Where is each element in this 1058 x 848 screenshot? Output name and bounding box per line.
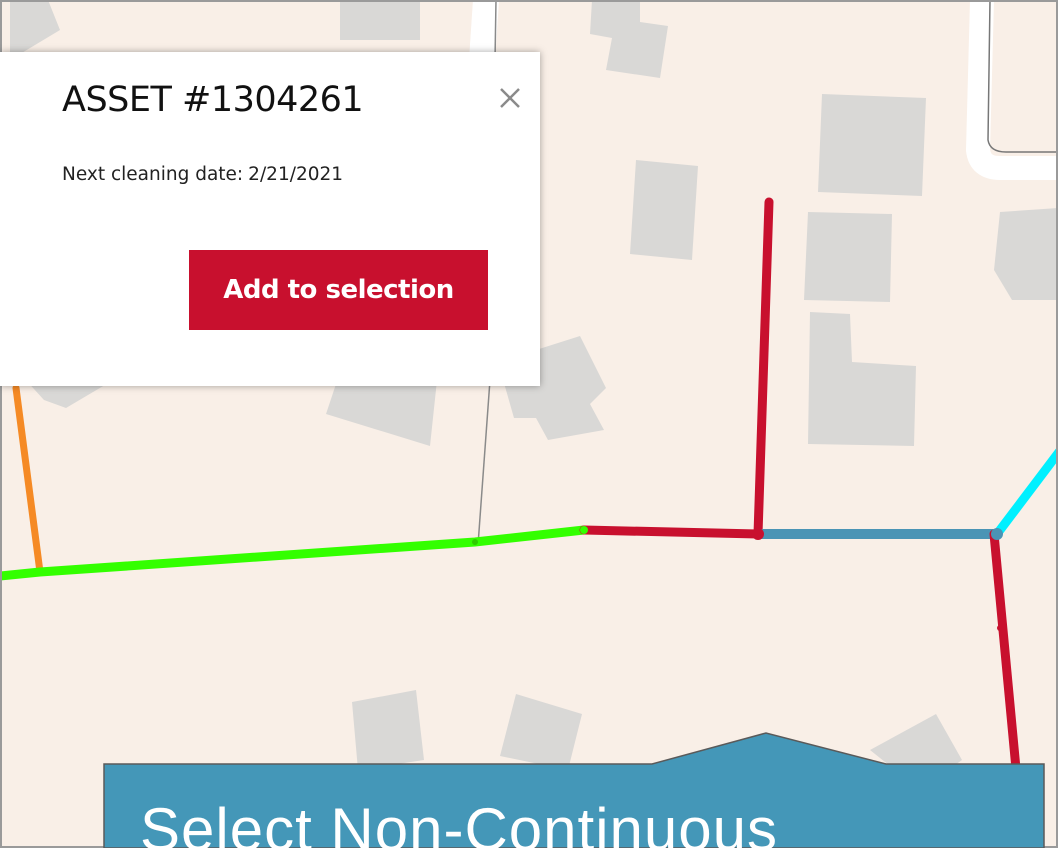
node [472, 539, 478, 545]
next-cleaning-date-value: 2/21/2021 [248, 164, 344, 185]
close-icon[interactable] [494, 82, 526, 114]
asset-popup: ASSET #1304261 Next cleaning date: 2/21/2… [0, 52, 540, 386]
pipe-red[interactable] [579, 525, 763, 539]
building [352, 690, 424, 770]
popup-title: ASSET #1304261 [62, 80, 364, 120]
node [991, 528, 1003, 540]
node [580, 526, 588, 534]
building [804, 212, 892, 302]
node [997, 625, 1003, 631]
next-cleaning-date-label: Next cleaning date: [62, 164, 244, 185]
callout-text: Select Non-Continuous [140, 796, 779, 848]
building [630, 160, 698, 260]
next-cleaning-date: Next cleaning date: 2/21/2021 [62, 164, 343, 185]
building [818, 94, 926, 196]
add-to-selection-button[interactable]: Add to selection [189, 250, 488, 330]
screenshot-frame: ASSET #1304261 Next cleaning date: 2/21/2… [0, 0, 1058, 848]
node [752, 528, 764, 540]
close-icon-glyph [500, 88, 520, 108]
building [340, 0, 420, 40]
